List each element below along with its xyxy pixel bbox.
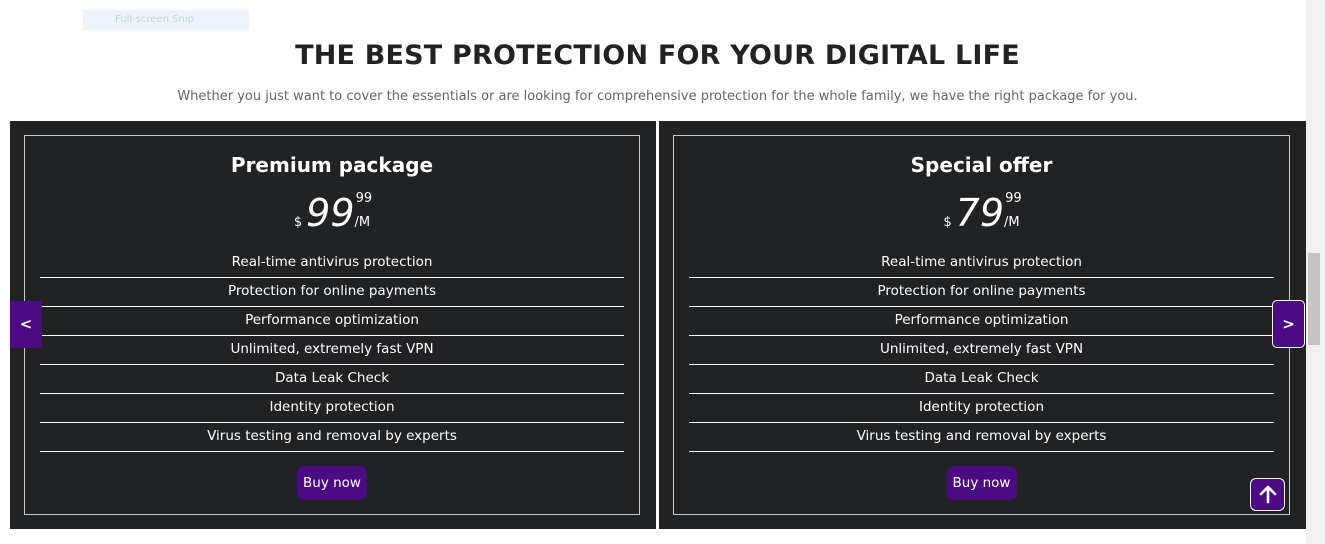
feature-item: Unlimited, extremely fast VPN xyxy=(689,336,1274,365)
price-cents: 99 xyxy=(355,191,373,206)
page-title: THE BEST PROTECTION FOR YOUR DIGITAL LIF… xyxy=(295,40,1020,71)
pricing-carousel: Premium package $99/M 99 Real-time antiv… xyxy=(10,121,1306,529)
feature-item: Protection for online payments xyxy=(689,278,1274,307)
snip-overlay-label: Full-screen Snip xyxy=(83,10,249,30)
buy-now-button[interactable]: Buy now xyxy=(297,466,367,500)
page-subtitle: Whether you just want to cover the essen… xyxy=(177,89,1138,104)
price-period: /M xyxy=(354,215,371,230)
feature-item: Identity protection xyxy=(40,394,624,423)
price-amount: 79 xyxy=(955,191,1005,235)
pricing-card-frame: Special offer $79/M 99 Real-time antivir… xyxy=(673,135,1290,515)
feature-list: Real-time antivirus protection Protectio… xyxy=(689,249,1274,452)
feature-item: Unlimited, extremely fast VPN xyxy=(40,336,624,365)
feature-item: Data Leak Check xyxy=(689,365,1274,394)
feature-item: Virus testing and removal by experts xyxy=(689,423,1274,452)
carousel-next-button[interactable]: > xyxy=(1272,300,1305,348)
price-amount: 99 xyxy=(306,191,355,235)
price-period: /M xyxy=(1004,215,1020,230)
pricing-card-frame: Premium package $99/M 99 Real-time antiv… xyxy=(24,135,640,515)
feature-item: Data Leak Check xyxy=(40,365,624,394)
feature-item: Identity protection xyxy=(689,394,1274,423)
feature-item: Virus testing and removal by experts xyxy=(40,423,624,452)
carousel-prev-button[interactable]: < xyxy=(10,301,42,348)
feature-item: Protection for online payments xyxy=(40,278,624,307)
price: $99/M 99 xyxy=(25,191,639,243)
scrollbar-thumb[interactable] xyxy=(1308,253,1320,345)
feature-item: Performance optimization xyxy=(40,307,624,336)
feature-item: Performance optimization xyxy=(689,307,1274,336)
feature-item: Real-time antivirus protection xyxy=(689,249,1274,278)
card-title: Premium package xyxy=(230,153,434,177)
buy-now-button[interactable]: Buy now xyxy=(946,466,1017,500)
price-cents: 99 xyxy=(1005,191,1022,206)
arrow-up-icon xyxy=(1259,485,1277,504)
pricing-card-special-offer: Special offer $79/M 99 Real-time antivir… xyxy=(659,121,1306,529)
feature-list: Real-time antivirus protection Protectio… xyxy=(40,249,624,452)
price: $79/M 99 xyxy=(674,191,1289,243)
card-title: Special offer xyxy=(910,153,1053,177)
back-to-top-button[interactable] xyxy=(1250,478,1285,511)
page: Full-screen Snip THE BEST PROTECTION FOR… xyxy=(0,0,1325,544)
pricing-card-premium: Premium package $99/M 99 Real-time antiv… xyxy=(10,121,656,529)
price-currency: $ xyxy=(293,215,303,230)
price-currency: $ xyxy=(943,215,952,230)
feature-item: Real-time antivirus protection xyxy=(40,249,624,278)
